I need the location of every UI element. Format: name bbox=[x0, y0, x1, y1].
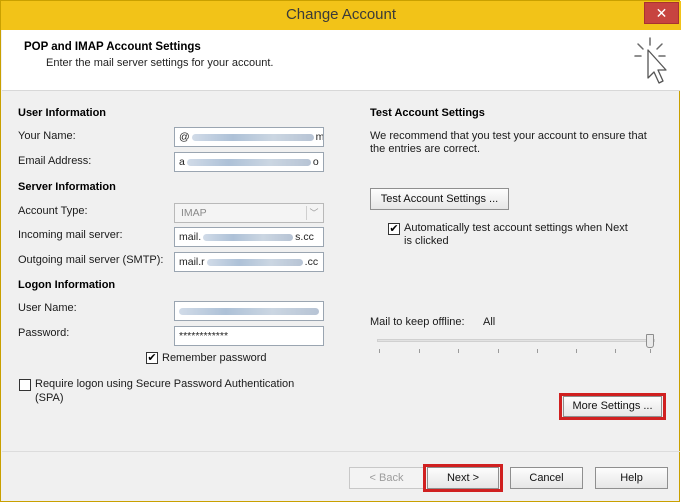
footer-divider bbox=[2, 451, 680, 452]
slider-tick bbox=[537, 349, 538, 353]
spa-checkbox[interactable] bbox=[19, 379, 31, 391]
test-desc-line1: We recommend that you test your account … bbox=[370, 130, 647, 142]
check-icon: ✔ bbox=[389, 223, 399, 235]
outgoing-server-input[interactable]: mail.r .cc bbox=[174, 252, 324, 272]
next-button[interactable]: Next > bbox=[427, 467, 499, 489]
password-input[interactable]: ************ bbox=[174, 326, 324, 346]
test-desc-line2: the entries are correct. bbox=[370, 143, 481, 155]
test-settings-heading: Test Account Settings bbox=[370, 107, 485, 119]
remember-password-checkbox[interactable]: ✔ bbox=[146, 352, 158, 364]
outgoing-server-label: Outgoing mail server (SMTP): bbox=[18, 254, 164, 266]
account-type-value: IMAP bbox=[181, 207, 207, 219]
your-name-input[interactable]: @ m bbox=[174, 127, 324, 147]
user-info-heading: User Information bbox=[18, 107, 107, 119]
redacted-value bbox=[206, 258, 303, 266]
change-account-window: Change Account ✕ POP and IMAP Account Se… bbox=[0, 0, 681, 502]
slider-tick bbox=[458, 349, 459, 353]
redacted-value bbox=[203, 233, 294, 241]
your-name-label: Your Name: bbox=[18, 130, 76, 142]
server-info-heading: Server Information bbox=[18, 181, 116, 193]
username-label: User Name: bbox=[18, 302, 77, 314]
redacted-value bbox=[179, 307, 319, 315]
spa-label-line2: (SPA) bbox=[35, 392, 64, 404]
email-prefix: a bbox=[179, 156, 185, 168]
email-input[interactable]: ao bbox=[174, 152, 324, 172]
password-label: Password: bbox=[18, 327, 70, 339]
account-type-label: Account Type: bbox=[18, 205, 88, 217]
more-settings-button[interactable]: More Settings ... bbox=[563, 396, 662, 417]
your-name-prefix: @ bbox=[179, 131, 190, 143]
outgoing-prefix: mail.r bbox=[179, 256, 205, 268]
slider-tick bbox=[419, 349, 420, 353]
auto-test-label-line1: Automatically test account settings when… bbox=[404, 222, 628, 234]
header-title: POP and IMAP Account Settings bbox=[24, 41, 201, 53]
spa-label-line1: Require logon using Secure Password Auth… bbox=[35, 378, 295, 390]
dialog-header: POP and IMAP Account Settings Enter the … bbox=[2, 30, 680, 91]
offline-slider-thumb[interactable] bbox=[646, 334, 654, 348]
test-account-settings-button[interactable]: Test Account Settings ... bbox=[370, 188, 509, 210]
help-button[interactable]: Help bbox=[595, 467, 668, 489]
logon-info-heading: Logon Information bbox=[18, 279, 116, 291]
incoming-suffix: s.cc bbox=[295, 231, 314, 243]
your-name-suffix: m bbox=[315, 131, 324, 143]
incoming-prefix: mail. bbox=[179, 231, 202, 243]
offline-label: Mail to keep offline: bbox=[370, 316, 465, 328]
email-label: Email Address: bbox=[18, 155, 92, 167]
slider-tick bbox=[379, 349, 380, 353]
auto-test-label-line2: is clicked bbox=[404, 235, 449, 247]
slider-tick bbox=[650, 349, 651, 353]
header-subtitle: Enter the mail server settings for your … bbox=[46, 57, 274, 69]
email-suffix: o bbox=[312, 156, 319, 168]
back-button[interactable]: < Back bbox=[349, 467, 424, 489]
offline-value: All bbox=[483, 316, 496, 328]
cursor-click-icon bbox=[634, 37, 667, 84]
account-type-select[interactable]: IMAP ﹀ bbox=[174, 203, 324, 223]
outgoing-suffix: .cc bbox=[304, 256, 319, 268]
redacted-value bbox=[191, 133, 314, 141]
cancel-button[interactable]: Cancel bbox=[510, 467, 583, 489]
slider-tick bbox=[615, 349, 616, 353]
remember-password-label: Remember password bbox=[162, 352, 267, 364]
close-button[interactable]: ✕ bbox=[644, 2, 679, 24]
check-icon: ✔ bbox=[147, 352, 157, 364]
redacted-value bbox=[186, 158, 311, 166]
close-icon: ✕ bbox=[655, 5, 668, 21]
title-bar[interactable]: Change Account ✕ bbox=[1, 1, 681, 30]
auto-test-checkbox[interactable]: ✔ bbox=[388, 223, 400, 235]
slider-tick bbox=[576, 349, 577, 353]
username-input[interactable] bbox=[174, 301, 324, 321]
chevron-down-icon: ﹀ bbox=[306, 206, 321, 220]
window-title: Change Account bbox=[285, 6, 397, 23]
incoming-server-label: Incoming mail server: bbox=[18, 229, 123, 241]
incoming-server-input[interactable]: mail. s.cc bbox=[174, 227, 324, 247]
offline-slider-track[interactable] bbox=[377, 339, 655, 342]
slider-tick bbox=[498, 349, 499, 353]
